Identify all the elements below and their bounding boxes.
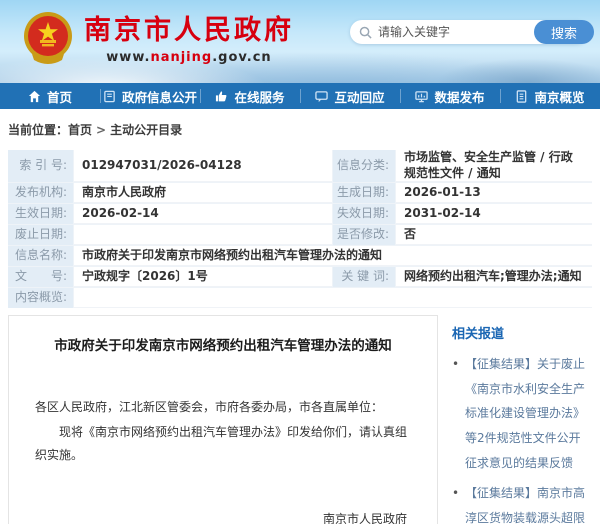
site-header: 南京市人民政府 www.nanjing.gov.cn 搜索 (0, 0, 600, 83)
search-icon (359, 26, 372, 39)
document-icon (515, 90, 528, 103)
content-area: 市政府关于印发南京市网络预约出租汽车管理办法的通知 各区人民政府，江北新区管委会… (8, 315, 592, 524)
breadcrumb-home-link[interactable]: 首页 (68, 123, 92, 137)
home-icon (28, 90, 41, 103)
site-name[interactable]: 南京市人民政府 (84, 16, 294, 46)
site-logo[interactable]: 南京市人民政府 www.nanjing.gov.cn (22, 10, 294, 66)
meta-label-summary: 内容概览: (8, 288, 73, 308)
document-signature-block: 南京市人民政府 2026年1月13日 (35, 507, 411, 524)
search-input[interactable] (372, 25, 534, 39)
meta-label-repeal-date: 废止日期: (8, 225, 73, 245)
meta-label-created-date: 生成日期: (333, 183, 395, 203)
main-nav: 首页 政府信息公开 在线服务 互动回应 数据发布 南京概览 (0, 83, 600, 109)
site-title-block: 南京市人民政府 www.nanjing.gov.cn (84, 10, 294, 65)
nav-label: 南京概览 (534, 87, 584, 106)
nav-item-data[interactable]: 数据发布 (400, 83, 500, 109)
meta-value-index-no: 012947031/2026-04128 (74, 150, 332, 182)
nav-label: 互动回应 (334, 87, 384, 106)
meta-value-summary (74, 288, 592, 308)
meta-value-created-date: 2026-01-13 (396, 183, 592, 203)
meta-label-info-name: 信息名称: (8, 246, 73, 266)
meta-label-modified: 是否修改: (333, 225, 395, 245)
related-reports-title: 相关报道 (452, 323, 592, 342)
meta-label-index-no: 索 引 号: (8, 150, 73, 182)
search-button[interactable]: 搜索 (534, 20, 594, 44)
meta-value-modified: 否 (396, 225, 592, 245)
nav-item-gov-info[interactable]: 政府信息公开 (100, 83, 200, 109)
site-url-www: www. (106, 50, 150, 65)
meta-value-effective-date: 2026-02-14 (74, 204, 332, 224)
nav-item-online-services[interactable]: 在线服务 (200, 83, 300, 109)
related-report-link[interactable]: 【征集结果】南京市高淳区货物装载源头超限超载管理办法的意见征集结果反馈 (452, 481, 592, 524)
meta-value-info-name: 市政府关于印发南京市网络预约出租汽车管理办法的通知 (74, 246, 592, 266)
site-url-suffix: .gov.cn (212, 50, 272, 65)
national-emblem-icon (22, 10, 74, 66)
document-body-panel: 市政府关于印发南京市网络预约出租汽车管理办法的通知 各区人民政府，江北新区管委会… (8, 315, 438, 524)
document-paragraph: 现将《南京市网络预约出租汽车管理办法》印发给你们，请认真组织实施。 (35, 421, 411, 467)
document-title: 市政府关于印发南京市网络预约出租汽车管理办法的通知 (35, 336, 411, 356)
breadcrumb-separator: > (96, 123, 106, 137)
related-report-link[interactable]: 【征集结果】关于废止《南京市水利安全生产标准化建设管理办法》等2件规范性文件公开… (452, 352, 592, 475)
nav-label: 数据发布 (434, 87, 484, 106)
search-bar: 搜索 (350, 20, 588, 44)
meta-label-effective-date: 生效日期: (8, 204, 73, 224)
chat-bubble-icon (315, 90, 328, 103)
meta-label-keywords: 关 键 词: (333, 267, 395, 287)
nav-label: 首页 (47, 87, 72, 106)
book-icon (103, 90, 116, 103)
site-url-domain: nanjing (150, 50, 212, 65)
document-signer: 南京市人民政府 (35, 507, 407, 524)
meta-label-issuer: 发布机构: (8, 183, 73, 203)
nav-item-home[interactable]: 首页 (0, 83, 100, 109)
nav-item-overview[interactable]: 南京概览 (500, 83, 600, 109)
breadcrumb-current-link[interactable]: 主动公开目录 (110, 123, 182, 137)
nav-item-interaction[interactable]: 互动回应 (300, 83, 400, 109)
thumb-up-icon (215, 90, 228, 103)
meta-value-issuer: 南京市人民政府 (74, 183, 332, 203)
breadcrumb: 当前位置：首页 > 主动公开目录 (0, 109, 600, 148)
meta-label-category: 信息分类: (333, 150, 395, 182)
nav-label: 政府信息公开 (122, 87, 197, 106)
meta-value-keywords: 网络预约出租汽车;管理办法;通知 (396, 267, 592, 287)
document-meta-table: 索 引 号: 012947031/2026-04128 信息分类: 市场监管、安… (8, 150, 592, 308)
sidebar: 相关报道 【征集结果】关于废止《南京市水利安全生产标准化建设管理办法》等2件规范… (452, 315, 592, 524)
meta-value-repeal-date (74, 225, 332, 245)
related-reports-list: 【征集结果】关于废止《南京市水利安全生产标准化建设管理办法》等2件规范性文件公开… (452, 352, 592, 524)
document-salutation: 各区人民政府，江北新区管委会，市府各委办局，市各直属单位： (35, 396, 411, 419)
site-url: www.nanjing.gov.cn (84, 50, 294, 65)
meta-value-category: 市场监管、安全生产监管 / 行政规范性文件 / 通知 (396, 150, 592, 182)
nav-label: 在线服务 (234, 87, 284, 106)
meta-label-expiry-date: 失效日期: (333, 204, 395, 224)
monitor-icon (415, 90, 428, 103)
meta-value-expiry-date: 2031-02-14 (396, 204, 592, 224)
meta-label-doc-no: 文 号: (8, 267, 73, 287)
meta-value-doc-no: 宁政规字〔2026〕1号 (74, 267, 332, 287)
breadcrumb-label: 当前位置： (8, 123, 68, 137)
